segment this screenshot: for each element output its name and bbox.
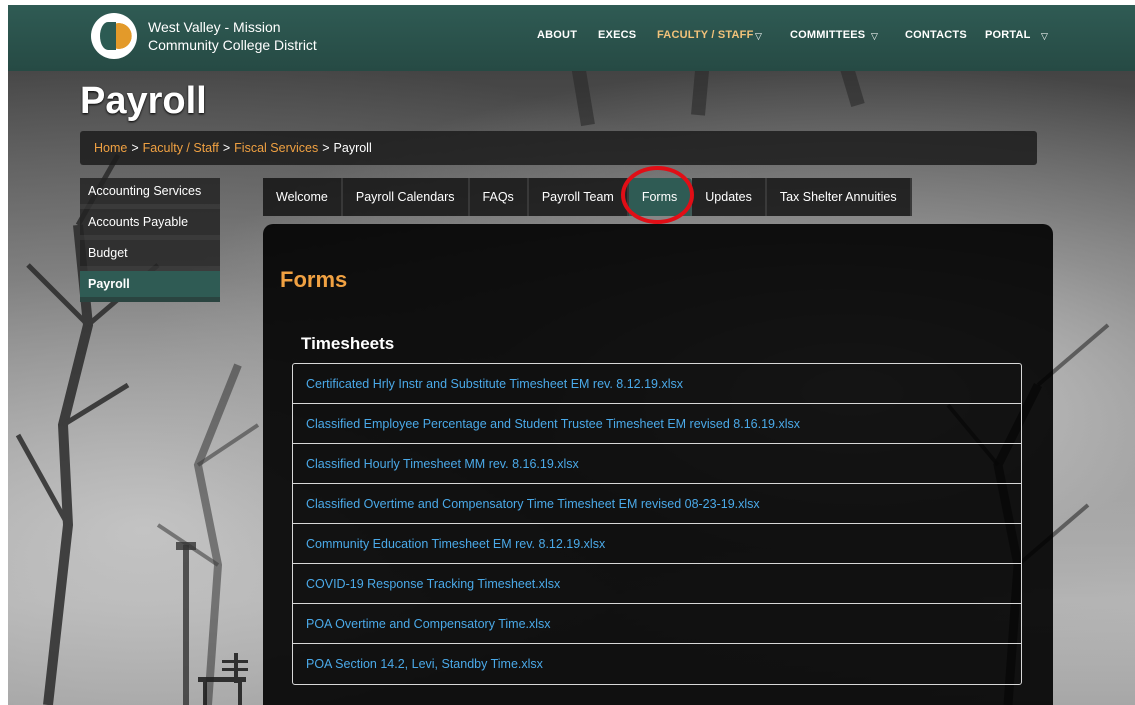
sidebar-item-accounts-payable[interactable]: Accounts Payable [80,209,220,240]
nav-about[interactable]: ABOUT [537,29,577,41]
breadcrumb-current: Payroll [333,141,372,155]
breadcrumb-separator: > [322,141,330,155]
nav-committees[interactable]: COMMITTEES [790,29,865,41]
chevron-down-icon[interactable]: ▽ [871,31,878,42]
tab-tax-shelter-annuities[interactable]: Tax Shelter Annuities [766,178,912,216]
breadcrumb-home[interactable]: Home [94,141,127,155]
nav-faculty-staff[interactable]: FACULTY / STAFF [657,29,754,41]
file-link[interactable]: POA Section 14.2, Levi, Standby Time.xls… [293,644,1021,684]
tab-payroll-team[interactable]: Payroll Team [528,178,629,216]
nav-contacts[interactable]: CONTACTS [905,29,967,41]
breadcrumb-fiscal-services[interactable]: Fiscal Services [234,141,318,155]
content-title: Forms [280,267,348,292]
sidebar-item-accounting-services[interactable]: Accounting Services [80,178,220,209]
nav-portal[interactable]: PORTAL [985,29,1031,41]
highlight-circle-annotation [621,166,694,224]
content-panel: Forms Timesheets Certificated Hrly Instr… [263,224,1053,705]
breadcrumb-separator: > [222,141,231,155]
sidebar-item-payroll[interactable]: Payroll [80,271,220,302]
section-title: Timesheets [301,334,395,353]
file-link[interactable]: Classified Overtime and Compensatory Tim… [293,484,1021,524]
sidebar-item-budget[interactable]: Budget [80,240,220,271]
nav-execs[interactable]: EXECS [598,29,636,41]
breadcrumb: Home > Faculty / Staff > Fiscal Services… [80,131,1037,165]
file-list: Certificated Hrly Instr and Substitute T… [292,363,1022,685]
section-tabs: Welcome Payroll Calendars FAQs Payroll T… [263,178,912,216]
file-link[interactable]: Classified Employee Percentage and Stude… [293,404,1021,444]
file-link[interactable]: POA Overtime and Compensatory Time.xlsx [293,604,1021,644]
chevron-down-icon[interactable]: ▽ [1041,31,1048,42]
tab-welcome[interactable]: Welcome [263,178,343,216]
breadcrumb-faculty-staff[interactable]: Faculty / Staff [143,141,219,155]
chevron-down-icon[interactable]: ▽ [755,31,762,42]
tab-updates[interactable]: Updates [692,178,767,216]
tab-faqs[interactable]: FAQs [469,178,529,216]
sidebar-nav: Accounting Services Accounts Payable Bud… [80,178,220,302]
file-link[interactable]: Certificated Hrly Instr and Substitute T… [293,364,1021,404]
main-nav: ABOUT EXECS FACULTY / STAFF ▽ COMMITTEES… [8,29,1135,49]
file-link[interactable]: Classified Hourly Timesheet MM rev. 8.16… [293,444,1021,484]
tab-payroll-calendars[interactable]: Payroll Calendars [342,178,470,216]
breadcrumb-separator: > [131,141,139,155]
page-title: Payroll [80,80,207,122]
file-link[interactable]: Community Education Timesheet EM rev. 8.… [293,524,1021,564]
top-navigation-bar: West Valley - Mission Community College … [8,5,1135,71]
file-link[interactable]: COVID-19 Response Tracking Timesheet.xls… [293,564,1021,604]
